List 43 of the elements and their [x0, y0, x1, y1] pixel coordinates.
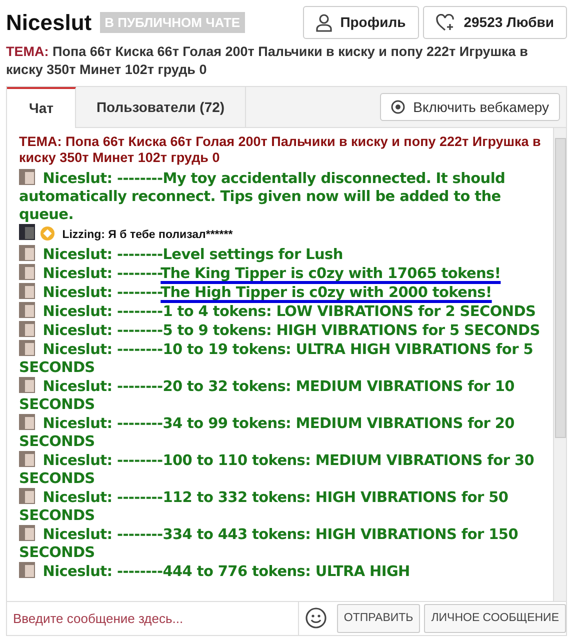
avatar-icon [19, 224, 35, 240]
badge-icon [40, 226, 55, 242]
chat-message: Niceslut: --------20 to 32 tokens: MEDIUM VIBRATIONS for 10 SECONDS [19, 377, 516, 414]
chat-message: Niceslut: --------1 to 4 tokens: LOW VIBRATIONS for 2 SECONDS [19, 302, 549, 322]
chat-message: Niceslut: --------444 to 776 tokens: ULTRA HIGH [19, 562, 549, 582]
tab[interactable]: Чат [7, 87, 76, 128]
chat-topic: ТЕМА: Попа 66т Киска 66т Голая 200т Пальчики в киску и попу 222т Игрушка в киску 350т Минет 102т грудь 0 [19, 134, 542, 166]
chat-message: Niceslut: --------112 to 332 tokens: HIGH VIBRATIONS for 50 SECONDS [19, 488, 510, 526]
avatar-icon [19, 414, 35, 430]
chat-message: Niceslut: --------Level settings for Lush [19, 245, 549, 264]
page-title: Niceslut [6, 9, 92, 37]
love-button[interactable]: 29523 Любви [422, 6, 567, 39]
avatar-icon [19, 488, 35, 504]
chat-message: Niceslut: --------334 to 443 tokens: HIGH VIBRATIONS for 150 SECONDS [19, 525, 520, 562]
chat-message: Niceslut: --------The High Tipper is c0zy with 2000 tokens! [19, 283, 549, 302]
avatar-icon [19, 377, 35, 394]
topic-text: ТЕМА: Попа 66т Киска 66т Голая 200т Пальчики в киску и попу 222т Игрушка в киску 350т Минет 102т грудь 0 [6, 43, 529, 78]
avatar-icon [19, 562, 35, 578]
person-icon [316, 14, 332, 32]
target-icon [391, 100, 406, 114]
avatar-icon [19, 283, 35, 300]
avatar-icon [19, 321, 35, 338]
profile-button[interactable]: Профиль [303, 6, 419, 39]
avatar-icon [19, 264, 35, 280]
chat-message: Niceslut: --------34 to 99 tokens: MEDIUM VIBRATIONS for 20 SECONDS [19, 414, 516, 452]
avatar-icon [19, 451, 35, 468]
heart-plus-icon [436, 14, 456, 32]
chat-message: Niceslut: --------100 to 110 tokens: MEDIUM VIBRATIONS for 30 SECONDS [19, 451, 536, 488]
chat-message: Niceslut: --------My toy accidentally disconnected. It should automatically reconnect. Tips given now will be added to the queue. [19, 169, 506, 224]
chat-message: Lizzing: Я б тебе полизал****** [19, 224, 549, 246]
scrollbar[interactable] [553, 128, 566, 601]
webcam-button[interactable]: Включить вебкамеру [380, 93, 560, 122]
chat-message: Niceslut: --------The King Tipper is c0zy with 17065 tokens! [19, 264, 549, 284]
send-button[interactable]: ОТПРАВИТЬ [336, 604, 420, 634]
smiley-icon[interactable] [304, 607, 327, 630]
avatar-icon [19, 340, 35, 356]
avatar-icon [19, 525, 35, 542]
chat-message: Niceslut: --------10 to 19 tokens: ULTRA HIGH VIBRATIONS for 5 SECONDS [19, 340, 534, 378]
avatar-icon [19, 302, 35, 318]
avatar-icon [19, 245, 35, 262]
private-message-button[interactable]: ЛИЧНОЕ СООБЩЕНИЕ [424, 604, 566, 634]
chat-message: Niceslut: --------5 to 9 tokens: HIGH VIBRATIONS for 5 SECONDS [19, 321, 549, 340]
avatar-icon [19, 169, 35, 186]
